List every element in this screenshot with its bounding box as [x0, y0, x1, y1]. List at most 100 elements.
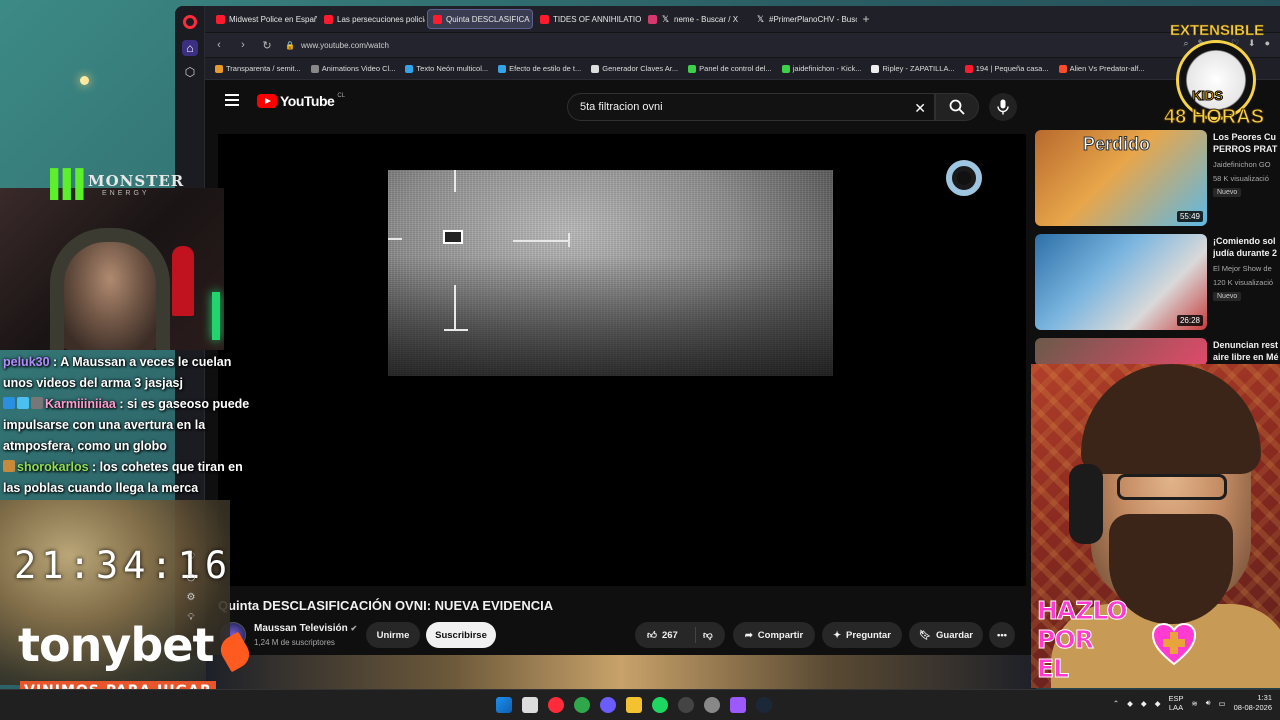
battery-icon[interactable]: ▭: [1219, 699, 1226, 708]
bookmark-item[interactable]: Panel de control del...: [688, 64, 772, 73]
bookmark-item[interactable]: Texto Neón multicol...: [405, 64, 488, 73]
tab-label: neme - Buscar / X: [674, 14, 739, 24]
reload-icon[interactable]: ↻: [261, 39, 273, 52]
obs-icon[interactable]: [678, 697, 694, 713]
more-actions-button[interactable]: •••: [989, 622, 1015, 648]
url-field[interactable]: 🔒 www.youtube.com/watch: [285, 41, 389, 50]
thumbs-down-icon: 👎︎: [703, 630, 713, 641]
bookmark-item[interactable]: Ripley - ZAPATILLA...: [871, 64, 955, 73]
chevron-up-icon[interactable]: ⌃: [1113, 699, 1119, 708]
recommendation-title[interactable]: Denuncian rest: [1213, 340, 1280, 351]
bookmark-item[interactable]: Animations Video Cl...: [310, 64, 396, 73]
tab-tides-of-annihilation[interactable]: TIDES OF ANNIHILATION: [535, 9, 641, 29]
tray-app-icon[interactable]: ◆: [1127, 699, 1133, 708]
start-menu-icon[interactable]: [496, 697, 512, 713]
forward-icon[interactable]: ›: [237, 39, 249, 51]
tray-date: 08-08-2026: [1233, 703, 1272, 712]
tab-persecuciones[interactable]: Las persecuciones policial: [319, 9, 425, 29]
recommendation-title[interactable]: Los Peores Cu: [1213, 132, 1280, 143]
hazlo-line: POR: [1037, 625, 1095, 655]
xbox-icon[interactable]: [574, 697, 590, 713]
bookmark-item[interactable]: Generador Claves Ar...: [591, 64, 678, 73]
volume-icon[interactable]: 🔊︎: [1206, 698, 1211, 708]
bookmark-item[interactable]: Transparenta / semit...: [215, 64, 301, 73]
recommendation-title[interactable]: ¡Comiendo sol: [1213, 236, 1280, 247]
system-tray: ⌃ ◆ ◆ ◆ ESP LAA ≋ 🔊︎ ▭ 1:31 08-08-2026: [1113, 693, 1272, 713]
bookmark-item[interactable]: Efecto de estilo de t...: [498, 64, 581, 73]
new-tab-button[interactable]: +: [859, 12, 873, 26]
search-button[interactable]: [935, 93, 979, 121]
home-icon[interactable]: ⌂: [182, 40, 198, 56]
video-thumbnail[interactable]: [1035, 338, 1207, 366]
tab-label: Midwest Police en Españo: [229, 14, 317, 24]
join-button[interactable]: Unirme: [366, 622, 420, 648]
youtube-logo[interactable]: YouTube CL: [257, 93, 345, 109]
opera-logo-icon[interactable]: [183, 15, 197, 29]
tray-app-icon[interactable]: ◆: [1141, 699, 1147, 708]
like-divider: [695, 627, 696, 643]
recommendation-item[interactable]: Perdido 55:49 Los Peores Cu PERROS PRAT …: [1035, 130, 1280, 226]
folder-icon[interactable]: [626, 697, 642, 713]
new-badge: Nuevo: [1213, 188, 1242, 197]
bookmark-item[interactable]: Alien Vs Predator-alf...: [1058, 64, 1145, 73]
search-input[interactable]: 5ta filtracion ovni ✕: [567, 93, 935, 121]
wifi-icon[interactable]: ≋: [1192, 699, 1198, 708]
opera-icon[interactable]: [548, 697, 564, 713]
recommendation-channel[interactable]: Jaidefinichon GO: [1213, 160, 1271, 169]
clock-icon[interactable]: ◷: [184, 572, 198, 592]
bookmark-item[interactable]: 194 | Pequeña casa...: [964, 64, 1049, 73]
recommendation-item[interactable]: Denuncian rest aire libre en Mé: [1035, 338, 1280, 366]
tab-primerplano[interactable]: 𝕏 #PrimerPlanoCHV - Busca: [751, 9, 857, 29]
tab-label: TIDES OF ANNIHILATION: [553, 14, 641, 24]
video-thumbnail[interactable]: 26:28: [1035, 234, 1207, 330]
language-indicator[interactable]: ESP LAA: [1168, 694, 1183, 712]
app-icon[interactable]: [730, 697, 746, 713]
discord-icon[interactable]: [600, 697, 616, 713]
save-button[interactable]: 🔖︎ Guardar: [909, 622, 983, 648]
ufo-target-box: [443, 230, 463, 244]
share-button[interactable]: ➦ Compartir: [733, 622, 815, 648]
youtube-play-icon: [257, 94, 277, 108]
keyboard-layout: LAA: [1168, 703, 1184, 712]
x-icon: 𝕏: [661, 13, 670, 24]
clear-search-icon[interactable]: ✕: [914, 100, 926, 117]
bottom-art-strip: [206, 655, 1036, 689]
ask-button[interactable]: ✦ Preguntar: [822, 622, 902, 648]
video-thumbnail[interactable]: Perdido 55:49: [1035, 130, 1207, 226]
tab-midwest-police[interactable]: Midwest Police en Españo: [211, 9, 317, 29]
tab-quinta-desclasificacion[interactable]: Quinta DESCLASIFICA: [427, 9, 533, 29]
recommendation-title-line2[interactable]: PERROS PRAT: [1213, 144, 1280, 155]
task-view-icon[interactable]: [522, 697, 538, 713]
chat-username: peluk30: [3, 355, 50, 369]
tab-neme-buscar[interactable]: 𝕏neme - Buscar / X: [643, 9, 749, 29]
bookmark-label: Alien Vs Predator-alf...: [1069, 64, 1145, 73]
tab-label: Quinta DESCLASIFICA: [446, 14, 530, 24]
tray-app-icon[interactable]: ◆: [1155, 699, 1161, 708]
video-player[interactable]: [218, 134, 1026, 586]
chat-overlay: peluk30 : A Maussan a veces le cuelan un…: [3, 352, 253, 499]
menu-icon[interactable]: [225, 94, 239, 106]
clock-tray[interactable]: 1:31 08-08-2026: [1234, 693, 1272, 713]
recommendation-item[interactable]: 26:28 ¡Comiendo sol judía durante 2 El M…: [1035, 234, 1280, 330]
text-icon: [498, 64, 507, 73]
recommendation-title-line2[interactable]: aire libre en Mé: [1213, 352, 1280, 363]
subscribe-button[interactable]: Suscribirse: [426, 622, 496, 648]
steam-icon[interactable]: [756, 697, 772, 713]
sparkle-icon: ✦: [833, 629, 842, 641]
bookmark-item[interactable]: jaidefinichon - Kick...: [781, 64, 861, 73]
youtube-icon: [964, 64, 973, 73]
settings-icon[interactable]: ⚙: [184, 592, 198, 612]
chrome-icon[interactable]: [704, 697, 720, 713]
heart-icon[interactable]: ♡: [184, 552, 198, 572]
recommendation-title-line2[interactable]: judía durante 2: [1213, 248, 1280, 259]
voice-search-button[interactable]: [989, 93, 1017, 121]
pin-icon[interactable]: ⬡: [182, 64, 198, 80]
back-icon[interactable]: ‹: [213, 39, 225, 51]
bookmark-label: Animations Video Cl...: [321, 64, 396, 73]
chat-message: shorokarlos : los cohetes que tiran en l…: [3, 460, 243, 495]
spotify-icon[interactable]: [652, 697, 668, 713]
more-icon: •••: [997, 629, 1007, 641]
like-button[interactable]: 👍︎ 267 👎︎: [635, 622, 725, 648]
channel-name[interactable]: Maussan Televisión ✔: [254, 623, 357, 634]
recommendation-channel[interactable]: El Mejor Show de: [1213, 264, 1272, 273]
